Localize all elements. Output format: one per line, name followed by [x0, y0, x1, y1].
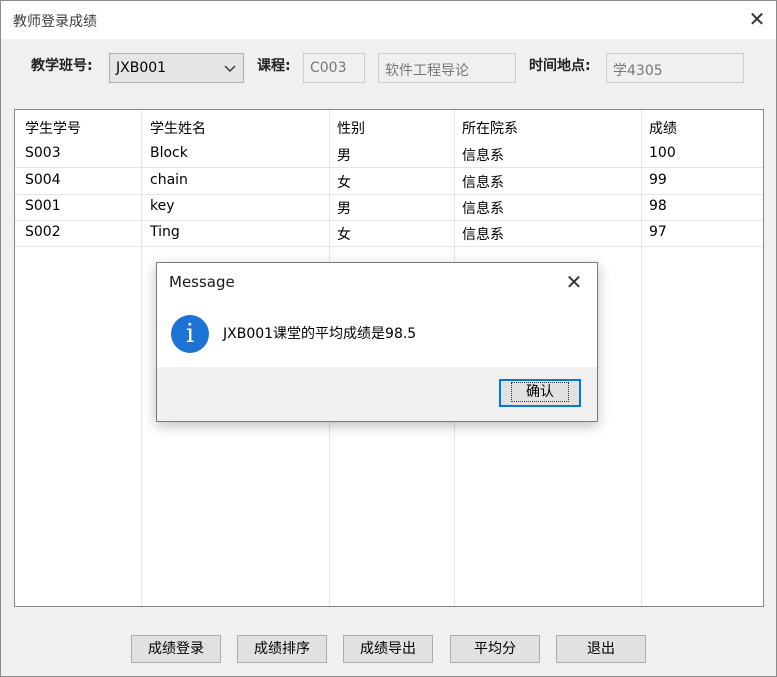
chevron-down-icon — [224, 65, 236, 72]
cell-department: 信息系 — [462, 201, 504, 217]
cell-student-id: S001 — [25, 198, 61, 214]
cell-gender: 女 — [337, 175, 351, 191]
header-department[interactable]: 所在院系 — [462, 118, 518, 138]
cell-grade: 97 — [649, 224, 667, 240]
exit-button[interactable]: 退出 — [556, 635, 646, 663]
class-select-value: JXB001 — [116, 60, 167, 76]
message-dialog: Message ✕ i JXB001课堂的平均成绩是98.5 确认 — [156, 262, 598, 422]
cell-student-name: Block — [150, 145, 188, 161]
cell-gender: 男 — [337, 201, 351, 217]
table-row[interactable]: S002 Ting 女 信息系 97 — [15, 220, 763, 247]
location-label: 时间地点: — [529, 58, 591, 74]
location-field[interactable]: 学4305 — [606, 53, 744, 83]
header-student-id[interactable]: 学生学号 — [25, 118, 81, 138]
class-select[interactable]: JXB001 — [109, 53, 244, 83]
course-code-field[interactable]: C003 — [303, 53, 365, 83]
cell-gender: 男 — [337, 148, 351, 164]
confirm-button-label: 确认 — [511, 382, 569, 402]
table-row[interactable]: S003 Block 男 信息系 100 — [15, 141, 763, 168]
cell-department: 信息系 — [462, 148, 504, 164]
average-button[interactable]: 平均分 — [450, 635, 540, 663]
cell-student-id: S004 — [25, 172, 61, 188]
header-gender[interactable]: 性别 — [337, 118, 365, 138]
enter-grades-button[interactable]: 成绩登录 — [131, 635, 221, 663]
cell-gender: 女 — [337, 227, 351, 243]
header-student-name[interactable]: 学生姓名 — [150, 118, 206, 138]
cell-department: 信息系 — [462, 227, 504, 243]
dialog-close-icon[interactable]: ✕ — [563, 271, 585, 293]
cell-grade: 100 — [649, 145, 676, 161]
dialog-title: Message — [169, 273, 235, 291]
cell-student-id: S003 — [25, 145, 61, 161]
export-grades-button[interactable]: 成绩导出 — [343, 635, 433, 663]
info-icon: i — [171, 315, 209, 353]
window-title: 教师登录成绩 — [13, 14, 97, 30]
course-name-field[interactable]: 软件工程导论 — [378, 53, 516, 83]
course-label: 课程: — [257, 58, 291, 74]
dialog-message: JXB001课堂的平均成绩是98.5 — [223, 326, 417, 342]
sort-grades-button[interactable]: 成绩排序 — [237, 635, 327, 663]
class-label: 教学班号: — [31, 58, 93, 74]
table-row[interactable]: S001 key 男 信息系 98 — [15, 194, 763, 221]
cell-grade: 98 — [649, 198, 667, 214]
cell-grade: 99 — [649, 172, 667, 188]
dialog-footer: 确认 — [157, 367, 597, 421]
confirm-button[interactable]: 确认 — [499, 379, 581, 407]
table-row[interactable]: S004 chain 女 信息系 99 — [15, 168, 763, 195]
window-close-icon[interactable]: ✕ — [747, 9, 767, 29]
cell-student-name: chain — [150, 172, 188, 188]
title-bar: 教师登录成绩 ✕ — [1, 1, 776, 39]
header-grade[interactable]: 成绩 — [649, 118, 677, 138]
cell-department: 信息系 — [462, 175, 504, 191]
cell-student-name: key — [150, 198, 175, 214]
cell-student-name: Ting — [150, 224, 180, 240]
cell-student-id: S002 — [25, 224, 61, 240]
